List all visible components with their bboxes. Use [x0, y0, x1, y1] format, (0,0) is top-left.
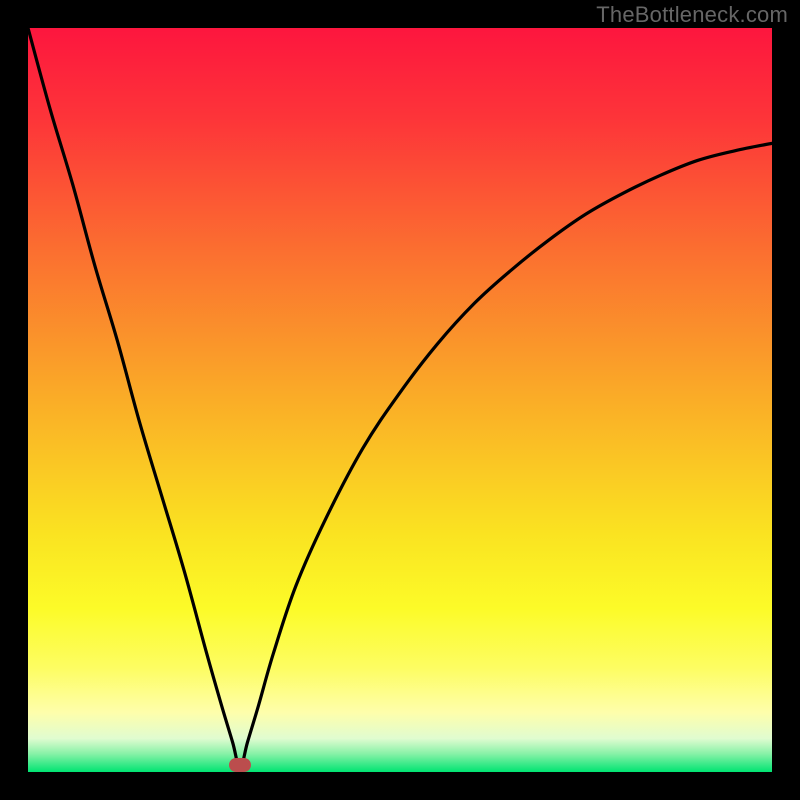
watermark-text: TheBottleneck.com [596, 2, 788, 28]
plot-area [28, 28, 772, 772]
optimal-marker [229, 758, 251, 772]
plot-svg [28, 28, 772, 772]
gradient-background [28, 28, 772, 772]
chart-frame: TheBottleneck.com [0, 0, 800, 800]
